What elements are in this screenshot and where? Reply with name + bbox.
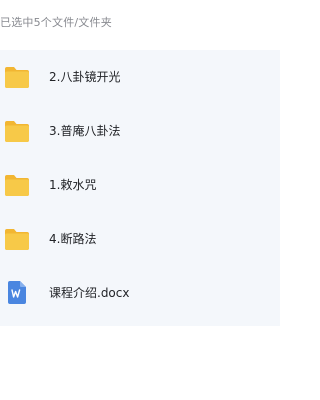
item-label: 3.普庵八卦法 [49, 124, 121, 138]
selection-count-text: 已选中5个文件/文件夹 [0, 16, 112, 29]
item-label: 4.断路法 [49, 232, 97, 246]
word-document-icon [8, 281, 26, 304]
list-item[interactable]: 4.断路法 [0, 212, 280, 266]
list-item[interactable]: 1.敕水咒 [0, 158, 280, 212]
list-item[interactable]: 2.八卦镜开光 [0, 50, 280, 104]
folder-icon [4, 173, 30, 197]
selection-header: 已选中5个文件/文件夹 [0, 0, 280, 46]
item-label: 1.敕水咒 [49, 178, 97, 192]
list-item[interactable]: 课程介绍.docx [0, 266, 280, 320]
folder-icon [4, 227, 30, 251]
folder-icon [4, 65, 30, 89]
list-item[interactable]: 3.普庵八卦法 [0, 104, 280, 158]
item-label: 课程介绍.docx [49, 286, 130, 300]
folder-icon [4, 119, 30, 143]
item-label: 2.八卦镜开光 [49, 70, 121, 84]
file-list: 2.八卦镜开光 3.普庵八卦法 1.敕水咒 4.断路法 课程介绍.docx [0, 50, 280, 326]
